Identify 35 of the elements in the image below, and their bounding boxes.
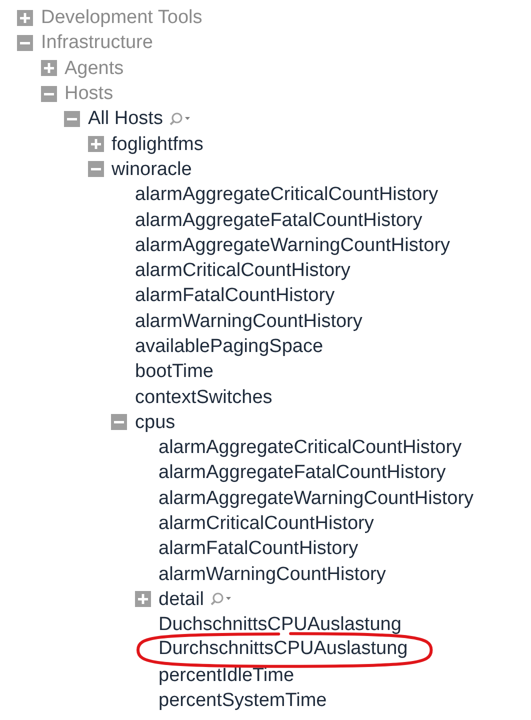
- collapse-icon[interactable]: [40, 86, 56, 102]
- tree-item[interactable]: alarmFatalCountHistory: [135, 286, 335, 306]
- tree-item[interactable]: winoracle: [112, 160, 192, 179]
- collapse-icon[interactable]: [17, 34, 33, 51]
- expand-icon[interactable]: [40, 60, 56, 76]
- tree-item[interactable]: alarmAggregateFatalCountHistory: [135, 210, 422, 230]
- tree-item[interactable]: foglightfms: [112, 134, 204, 154]
- tree-item[interactable]: percentSystemTime: [158, 691, 327, 710]
- tree-item[interactable]: DurchschnittsCPUAuslastung: [158, 638, 408, 660]
- tree-item[interactable]: alarmAggregateCriticalCountHistory: [158, 438, 462, 458]
- expand-icon[interactable]: [134, 591, 150, 608]
- tree-item[interactable]: alarmCriticalCountHistory: [158, 514, 374, 534]
- tree-item[interactable]: alarmWarningCountHistory: [135, 312, 362, 331]
- tree-item[interactable]: DuchschnittsCPUAuslastung: [158, 615, 402, 634]
- tree-item[interactable]: alarmAggregateWarningCountHistory: [158, 488, 474, 508]
- tree-item[interactable]: alarmFatalCountHistory: [158, 539, 358, 558]
- tree-item[interactable]: percentIdleTime: [158, 666, 294, 685]
- collapse-icon[interactable]: [88, 161, 104, 178]
- expand-icon[interactable]: [17, 10, 33, 26]
- tree-item[interactable]: contextSwitches: [135, 388, 272, 407]
- search-menu-icon[interactable]: [210, 592, 232, 606]
- tree-item[interactable]: cpus: [135, 412, 176, 432]
- tree-item[interactable]: alarmAggregateFatalCountHistory: [158, 463, 446, 482]
- collapse-icon[interactable]: [64, 110, 80, 127]
- tree-item[interactable]: alarmAggregateCriticalCountHistory: [135, 185, 438, 204]
- tree-item[interactable]: alarmCriticalCountHistory: [135, 261, 350, 280]
- tree-item[interactable]: availablePagingSpace: [135, 337, 324, 356]
- tree-item[interactable]: alarmWarningCountHistory: [158, 564, 386, 584]
- tree-item[interactable]: All Hosts: [88, 109, 163, 128]
- search-menu-icon[interactable]: [168, 112, 191, 126]
- expand-icon[interactable]: [88, 136, 104, 152]
- tree-item[interactable]: alarmAggregateWarningCountHistory: [135, 236, 450, 255]
- collapse-icon[interactable]: [111, 414, 127, 430]
- tree-item[interactable]: bootTime: [135, 362, 214, 382]
- tree-item[interactable]: detail: [158, 590, 204, 609]
